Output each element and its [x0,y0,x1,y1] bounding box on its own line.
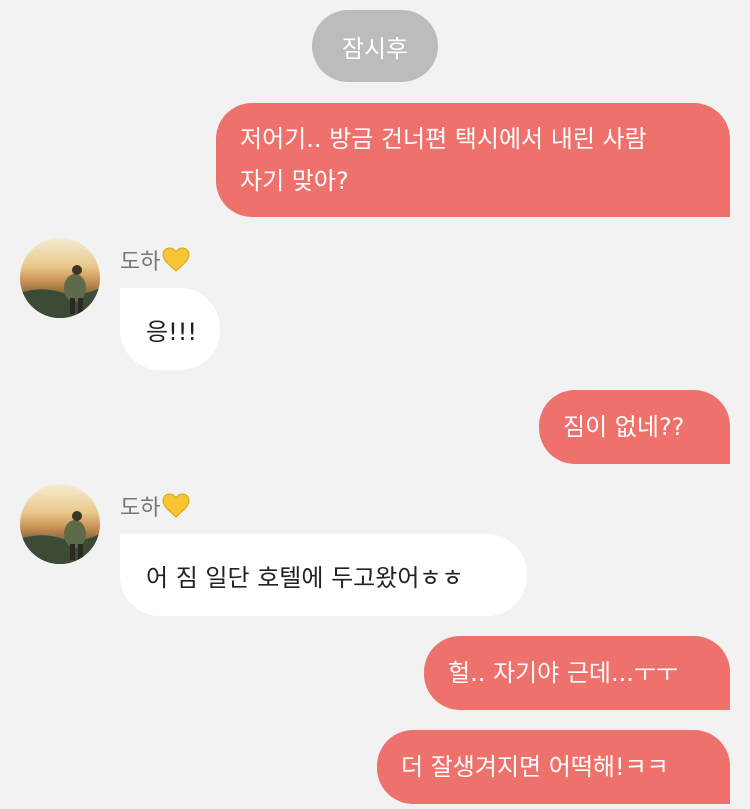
sender-name: 도하 [120,243,190,277]
sender-avatar[interactable] [20,238,100,318]
outgoing-message-bubble[interactable]: 헐.. 자기야 근데...ㅜㅜ [424,636,730,710]
message-text: 더 잘생겨지면 어떡해!ㅋㅋ [401,753,669,781]
message-line: 저어기.. 방금 건너편 택시에서 내린 사람 [240,125,647,153]
incoming-message-bubble[interactable]: 응!!! [120,288,220,370]
outgoing-message-bubble[interactable]: 짐이 없네?? [539,390,730,464]
outgoing-message-bubble[interactable]: 더 잘생겨지면 어떡해!ㅋㅋ [377,730,730,804]
sender-avatar[interactable] [20,484,100,564]
sender-name: 도하 [120,489,190,523]
system-time-notice: 잠시후 [312,10,438,82]
message-text: 어 짐 일단 호텔에 두고왔어ㅎㅎ [146,563,464,592]
yellow-heart-icon [162,493,190,518]
yellow-heart-icon [162,247,190,272]
sender-name-text: 도하 [120,496,161,521]
message-line: 자기 맞아? [240,167,349,195]
sender-name-text: 도하 [120,250,161,275]
message-text: 응!!! [146,317,197,346]
outgoing-message-bubble[interactable]: 저어기.. 방금 건너편 택시에서 내린 사람 자기 맞아? [216,103,730,217]
message-text: 헐.. 자기야 근데...ㅜㅜ [448,659,679,687]
incoming-message-bubble[interactable]: 어 짐 일단 호텔에 두고왔어ㅎㅎ [120,534,527,616]
message-text: 짐이 없네?? [563,413,685,441]
system-time-text: 잠시후 [341,34,409,63]
